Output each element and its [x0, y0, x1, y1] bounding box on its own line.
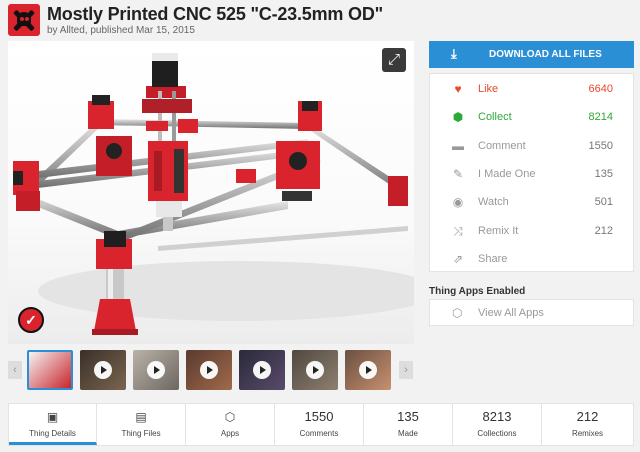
share-action[interactable]: ⇗ Share	[430, 245, 633, 273]
watch-count: 501	[594, 196, 613, 209]
check-badge-icon[interactable]: ✓	[18, 307, 44, 333]
i-made-one-count: 135	[594, 167, 613, 180]
page-title: Mostly Printed CNC 525 "C-23.5mm OD"	[47, 4, 383, 24]
tab-collections[interactable]: 8213 Collections	[453, 404, 542, 445]
view-all-apps-label: View All Apps	[478, 307, 544, 319]
video-thumbnail[interactable]	[345, 350, 391, 390]
collections-tab-label: Collections	[477, 429, 517, 438]
play-icon	[253, 361, 271, 379]
share-label: Share	[478, 252, 508, 265]
thingiverse-logo[interactable]	[8, 4, 40, 36]
remix-it-action[interactable]: ⤨ Remix It 212	[430, 217, 633, 245]
collections-count: 8213	[482, 409, 512, 424]
view-all-apps-button[interactable]: ⬡ View All Apps	[429, 299, 634, 326]
thumbnail-strip: ‹ ›	[8, 350, 414, 390]
remixes-count: 212	[576, 409, 599, 424]
video-thumbnail[interactable]	[133, 350, 179, 390]
chevron-left-icon[interactable]: ‹	[8, 361, 22, 379]
watch-label: Watch	[478, 196, 509, 209]
video-thumbnail[interactable]	[292, 350, 338, 390]
like-action[interactable]: ♥ Like 6640	[430, 75, 633, 103]
main-image-viewer[interactable]: ⤢ ✓	[8, 41, 414, 344]
tab-thing-files[interactable]: ▤ Thing Files	[97, 404, 186, 445]
video-thumbnail[interactable]	[186, 350, 232, 390]
play-icon	[359, 361, 377, 379]
share-icon: ⇗	[452, 251, 464, 266]
video-thumbnail[interactable]	[80, 350, 126, 390]
play-icon	[94, 361, 112, 379]
eye-icon: ◉	[452, 195, 464, 210]
image-thumbnail[interactable]	[27, 350, 73, 390]
page-header: Mostly Printed CNC 525 "C-23.5mm OD" by …	[0, 0, 640, 40]
chevron-right-icon[interactable]: ›	[399, 361, 413, 379]
remix-it-count: 212	[594, 224, 613, 237]
comment-action[interactable]: ▬ Comment 1550	[430, 132, 633, 160]
comment-icon: ▬	[452, 138, 464, 153]
comment-count: 1550	[588, 139, 613, 152]
play-icon	[147, 361, 165, 379]
download-all-files-button[interactable]: ⤓ DOWNLOAD ALL FILES	[429, 41, 634, 68]
folder-icon: ▤	[135, 410, 147, 424]
thing-details-tab-label: Thing Details	[29, 429, 76, 438]
remixes-tab-label: Remixes	[571, 429, 604, 438]
comments-count: 1550	[304, 409, 334, 424]
thing-tabs: ▣ Thing Details ▤ Thing Files ⬡ Apps 1550 Comme…	[8, 403, 634, 446]
collect-action[interactable]: ⬢ Collect 8214	[430, 103, 633, 131]
tab-remixes[interactable]: 212 Remixes	[542, 404, 633, 445]
collect-icon: ⬢	[452, 110, 464, 125]
like-label: Like	[478, 83, 499, 95]
expand-icon[interactable]: ⤢	[382, 48, 406, 72]
tab-apps[interactable]: ⬡ Apps	[186, 404, 275, 445]
comment-label: Comment	[478, 139, 526, 152]
play-icon	[200, 361, 218, 379]
collect-label: Collect	[478, 111, 512, 124]
byline: by Allted, published Mar 15, 2015	[47, 25, 195, 36]
watch-action[interactable]: ◉ Watch 501	[430, 188, 633, 216]
i-made-one-label: I Made One	[478, 167, 536, 180]
logo-eye	[20, 17, 24, 21]
play-icon	[306, 361, 324, 379]
like-count: 6640	[588, 83, 613, 95]
apps-section-title: Thing Apps Enabled	[429, 286, 526, 297]
video-thumbnail[interactable]	[239, 350, 285, 390]
apps-tab-label: Apps	[220, 429, 240, 438]
shuffle-icon: ⤨	[453, 223, 463, 238]
made-count: 135	[397, 409, 419, 424]
download-label: DOWNLOAD ALL FILES	[489, 49, 602, 60]
cube-icon: ⬡	[224, 410, 236, 424]
tab-made[interactable]: 135 Made	[364, 404, 453, 445]
i-made-one-action[interactable]: ✎ I Made One 135	[430, 160, 633, 188]
remix-it-label: Remix It	[478, 224, 519, 237]
heart-icon: ♥	[454, 82, 462, 96]
actions-panel: ♥ Like 6640 ⬢ Collect 8214 ▬ Comment 1550 ✎ I Made…	[429, 73, 634, 272]
tab-comments[interactable]: 1550 Comments	[275, 404, 364, 445]
made-tab-label: Made	[397, 429, 418, 438]
download-icon: ⤓	[451, 46, 457, 61]
cnc-machine-render	[13, 53, 414, 335]
edit-icon: ✎	[452, 166, 464, 181]
comments-tab-label: Comments	[299, 429, 339, 438]
cube-icon: ⬡	[452, 306, 463, 320]
collect-count: 8214	[588, 111, 613, 124]
details-icon: ▣	[46, 410, 59, 424]
thing-files-tab-label: Thing Files	[121, 429, 161, 438]
tab-thing-details[interactable]: ▣ Thing Details	[9, 404, 97, 445]
logo-eye	[25, 17, 29, 21]
